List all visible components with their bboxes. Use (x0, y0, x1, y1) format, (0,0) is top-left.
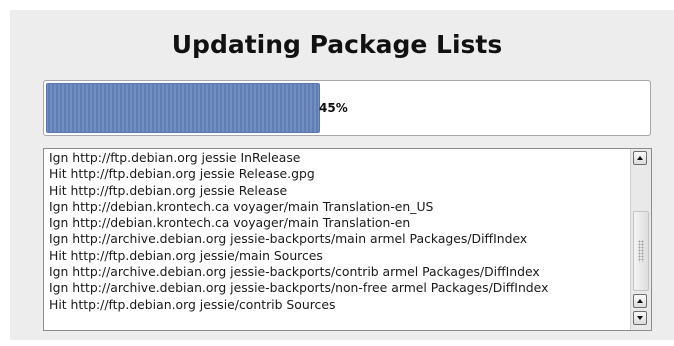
log-line: Hit http://ftp.debian.org jessie/main So… (49, 247, 323, 263)
log-line: Ign http://archive.debian.org jessie-bac… (49, 231, 528, 247)
log-lines: Ign http://ftp.debian.org jessie InRelea… (49, 150, 629, 313)
log-line: Hit http://ftp.debian.org jessie Release… (49, 166, 315, 182)
log-line: Ign http://ftp.debian.org jessie InRelea… (49, 150, 301, 165)
grip-icon (638, 240, 644, 262)
log-line: Ign http://debian.krontech.ca voyager/ma… (49, 215, 411, 231)
log-line: Hit http://ftp.debian.org jessie Release (49, 182, 288, 198)
log-line: Ign http://debian.krontech.ca voyager/ma… (49, 198, 434, 214)
arrow-down-icon[interactable] (633, 311, 647, 325)
log-scrollbar[interactable] (630, 149, 651, 330)
log-line: Ign http://archive.debian.org jessie-bac… (49, 264, 540, 280)
dialog-title: Updating Package Lists (171, 30, 503, 59)
progress-percentage: 45% (319, 101, 348, 115)
scrollbar-thumb[interactable] (633, 211, 649, 291)
arrow-up-icon[interactable] (633, 151, 647, 165)
log-output[interactable]: Ign http://ftp.debian.org jessie InRelea… (43, 148, 652, 331)
progress-bar: 45% (43, 80, 651, 136)
progress-fill (46, 83, 320, 133)
log-line: Hit http://ftp.debian.org jessie/contrib… (49, 296, 336, 312)
log-line: Ign http://archive.debian.org jessie-bac… (49, 280, 549, 296)
arrow-up-icon[interactable] (633, 294, 647, 308)
